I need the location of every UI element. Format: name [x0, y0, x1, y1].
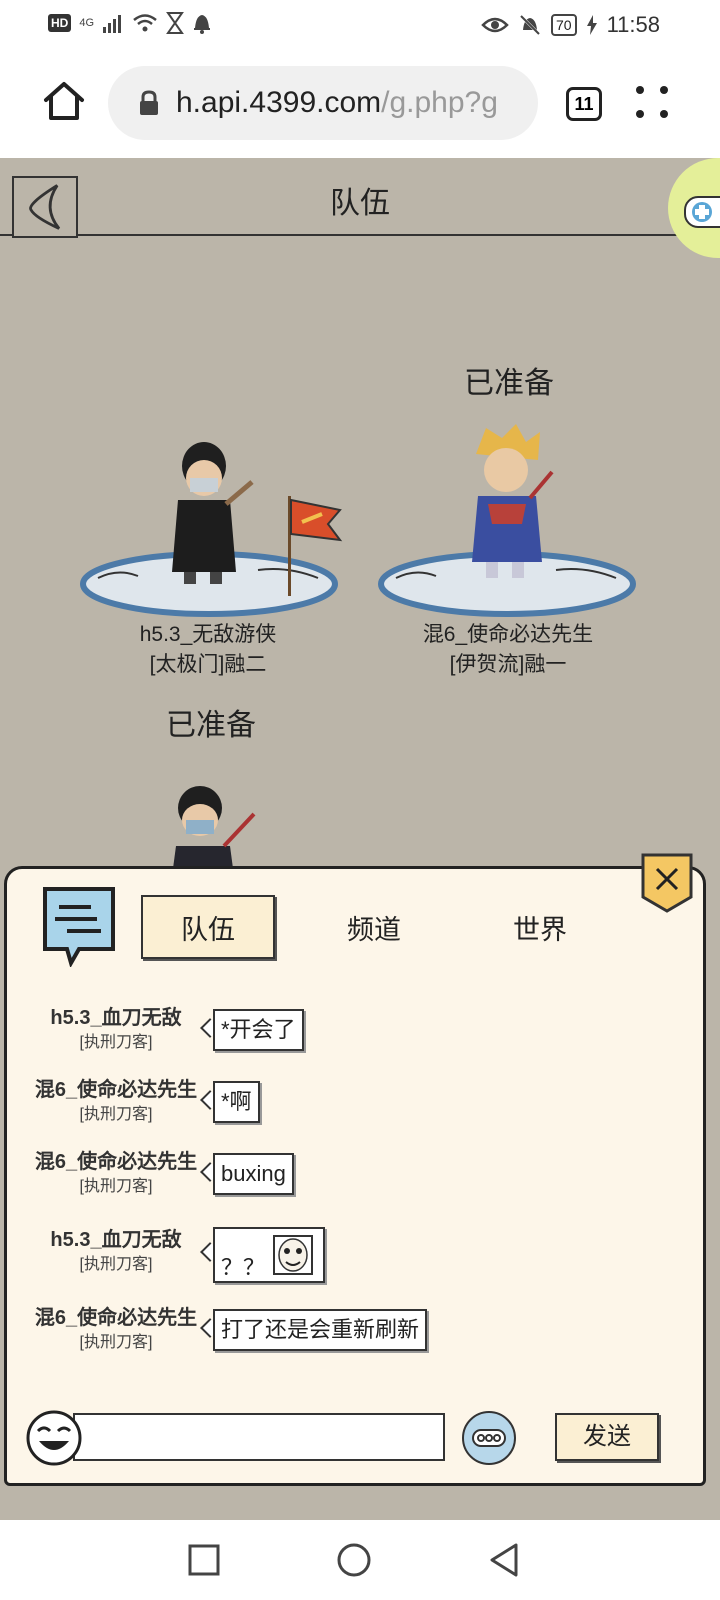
- player-avatar[interactable]: [164, 786, 264, 876]
- close-button[interactable]: [641, 853, 693, 913]
- chat-message: h5.3_血刀无敌 [执刑刀客] *开会了: [7, 1005, 707, 1065]
- message-bubble: ？？: [213, 1227, 325, 1283]
- status-right: 70 11:58: [481, 12, 660, 38]
- ready-status: 已准备: [166, 709, 256, 742]
- more-options-icon[interactable]: [462, 1411, 516, 1465]
- hourglass-icon: [166, 12, 184, 34]
- face-sticker-icon: [273, 1235, 313, 1275]
- browser-toolbar: h.api.4399.com/g.php?g 11: [0, 50, 720, 158]
- hd-badge: HD: [48, 14, 72, 32]
- page-title: 队伍: [330, 187, 390, 220]
- battery-indicator: 70: [551, 14, 577, 36]
- address-bar[interactable]: h.api.4399.com/g.php?g: [108, 66, 538, 140]
- chat-panel: 队伍 频道 世界 h5.3_血刀无敌 [执刑刀客] *开会了 混6_使命必达先生…: [4, 853, 707, 1486]
- tab-channel[interactable]: 频道: [307, 895, 441, 959]
- lock-icon: [140, 90, 158, 115]
- tab-world[interactable]: 世界: [473, 895, 607, 959]
- notification-bell-icon: [194, 15, 211, 34]
- gamepad-fab[interactable]: [668, 158, 720, 258]
- sender-name: h5.3_血刀无敌: [50, 1007, 182, 1029]
- network-label: 4G: [79, 17, 95, 29]
- message-sender: h5.3_血刀无敌 [执刑刀客]: [21, 1005, 211, 1055]
- wifi-icon: [133, 14, 157, 32]
- url-text: h.api.4399.com/g.php?g: [176, 86, 516, 120]
- sender-class: [执刑刀客]: [79, 1106, 153, 1123]
- url-path: /g.php?g: [381, 86, 498, 119]
- gamepad-icon: [684, 196, 720, 228]
- chat-message: 混6_使命必达先生 [执刑刀客] 打了还是会重新刷新: [7, 1305, 707, 1365]
- chat-message: h5.3_血刀无敌 [执刑刀客] ？？: [7, 1227, 707, 1287]
- player-avatar[interactable]: [460, 424, 560, 588]
- clock: 11:58: [606, 12, 660, 37]
- player-card-2: 混6_使命必达先生 [伊贺流]融一: [416, 620, 600, 680]
- eye-icon: [481, 17, 509, 33]
- home-nav-icon[interactable]: [334, 1540, 374, 1580]
- sender-name: 混6_使命必达先生: [34, 1151, 198, 1173]
- send-button[interactable]: 发送: [555, 1413, 659, 1461]
- player-name: h5.3_无敌游侠: [139, 623, 277, 646]
- tab-team[interactable]: 队伍: [141, 895, 275, 959]
- emoji-icon[interactable]: [25, 1409, 83, 1467]
- message-sender: 混6_使命必达先生 [执刑刀客]: [21, 1077, 211, 1127]
- player-name: 混6_使命必达先生: [422, 623, 594, 646]
- url-host: h.api.4399.com: [176, 86, 382, 119]
- status-bar: HD 4G 70 11:58: [0, 0, 720, 50]
- message-text: buxing: [213, 1153, 294, 1195]
- message-text: ？？: [221, 1255, 266, 1280]
- charging-icon: [586, 15, 597, 35]
- sender-name: 混6_使命必达先生: [34, 1307, 198, 1329]
- chat-input[interactable]: [73, 1413, 445, 1461]
- player-avatar[interactable]: [162, 442, 262, 590]
- message-text: *开会了: [213, 1009, 304, 1051]
- chat-bubble-icon: [43, 887, 115, 967]
- status-left: HD 4G: [48, 12, 212, 34]
- player-card-1: h5.3_无敌游侠 [太极门]融二: [118, 620, 298, 680]
- recents-icon[interactable]: [184, 1540, 224, 1580]
- player-sect: [太极门]融二: [149, 653, 267, 676]
- title-divider: [78, 234, 678, 236]
- sender-class: [执刑刀客]: [79, 1178, 153, 1195]
- mute-icon: [519, 14, 541, 36]
- sender-name: 混6_使命必达先生: [34, 1079, 198, 1101]
- sender-name: h5.3_血刀无敌: [50, 1229, 182, 1251]
- home-icon[interactable]: [40, 78, 88, 126]
- team-flag-icon: [288, 496, 343, 596]
- tab-switcher-button[interactable]: 11: [566, 87, 602, 121]
- message-text: *啊: [213, 1081, 260, 1123]
- chat-message: 混6_使命必达先生 [执刑刀客] buxing: [7, 1149, 707, 1209]
- menu-dots-icon[interactable]: [636, 86, 672, 122]
- chat-message: 混6_使命必达先生 [执刑刀客] *啊: [7, 1077, 707, 1137]
- sender-class: [执刑刀客]: [79, 1034, 153, 1051]
- sender-class: [执刑刀客]: [79, 1334, 153, 1351]
- ready-status: 已准备: [464, 367, 554, 400]
- signal-icon: [103, 15, 122, 33]
- message-sender: 混6_使命必达先生 [执刑刀客]: [21, 1305, 211, 1355]
- back-nav-icon[interactable]: [484, 1540, 524, 1580]
- system-nav-bar: [0, 1520, 720, 1600]
- message-text: 打了还是会重新刷新: [213, 1309, 428, 1351]
- message-sender: 混6_使命必达先生 [执刑刀客]: [21, 1149, 211, 1199]
- player-sect: [伊贺流]融一: [449, 653, 567, 676]
- sender-class: [执刑刀客]: [79, 1256, 153, 1273]
- message-sender: h5.3_血刀无敌 [执刑刀客]: [21, 1227, 211, 1277]
